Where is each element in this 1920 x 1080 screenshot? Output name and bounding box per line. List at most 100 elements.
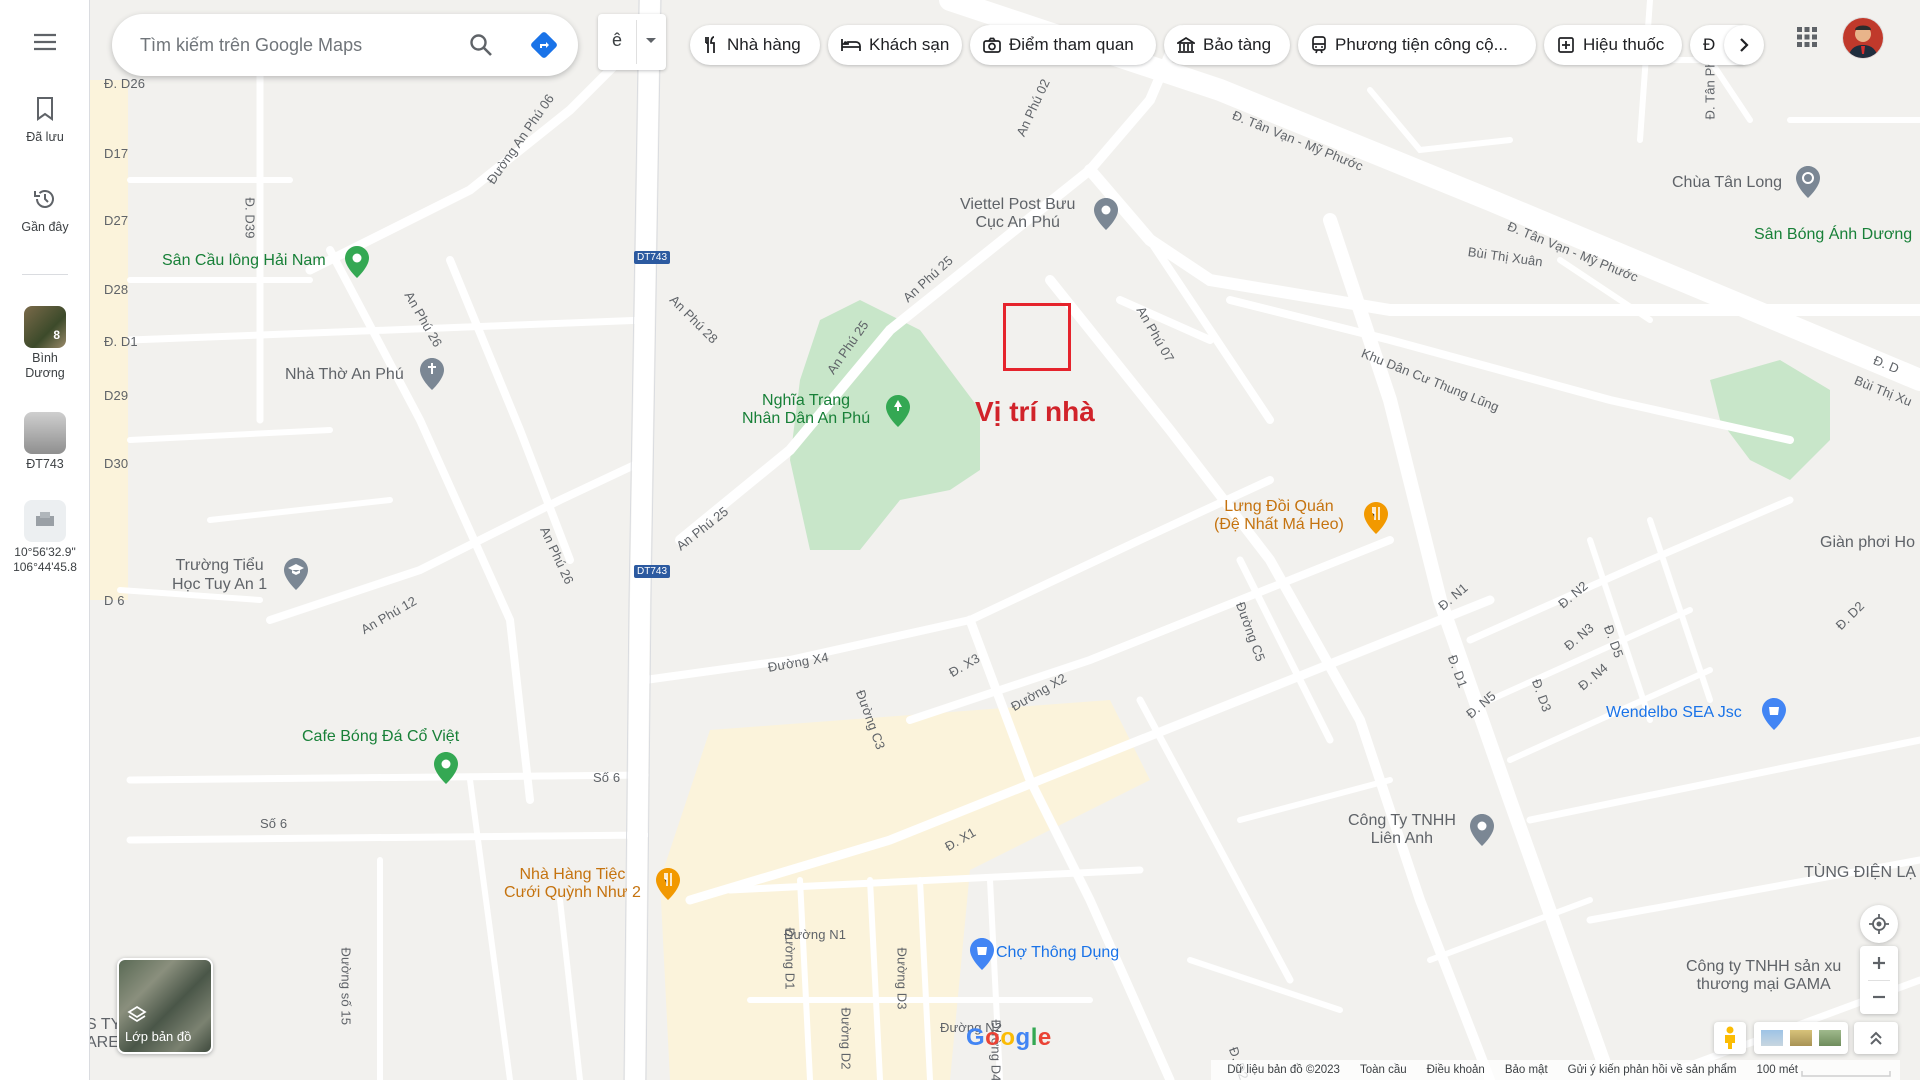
map-pin-icon[interactable] — [1470, 814, 1494, 846]
street-view-pegman[interactable] — [1714, 1022, 1746, 1054]
imagery-strip[interactable] — [1754, 1022, 1848, 1054]
map-pin-icon[interactable] — [434, 752, 458, 784]
layers-label: Lớp bản đồ — [125, 1029, 192, 1044]
imagery-thumb[interactable] — [1818, 1030, 1841, 1046]
history-item-label: ĐT743 — [26, 457, 64, 471]
chip-transit[interactable]: Phương tiện công cộ... — [1298, 25, 1536, 65]
road-label: Đường D2 — [838, 1007, 854, 1070]
map-canvas[interactable]: DT743 DT743 Đ. D26 D17 D27 D28 Đ. D1 D29… — [86, 0, 1920, 1080]
footer-privacy-link[interactable]: Bảo mật — [1505, 1064, 1548, 1076]
recent-button[interactable]: Gần đây — [0, 186, 90, 235]
chip-hotels[interactable]: Khách sạn — [828, 25, 962, 65]
road-label: Đường D3 — [894, 947, 910, 1010]
imagery-thumb[interactable] — [1789, 1030, 1812, 1046]
poi-line: Viettel Post Bưu — [960, 196, 1076, 213]
menu-button[interactable] — [0, 32, 90, 57]
minus-icon — [1873, 995, 1885, 999]
poi-wendelbo[interactable]: Wendelbo SEA Jsc — [1606, 704, 1742, 722]
poi-san-bong-anh-duong[interactable]: Sân Bóng Ánh Dương — [1754, 226, 1912, 244]
map-pin-icon[interactable] — [1094, 198, 1118, 230]
history-item-dt743[interactable]: ĐT743 — [0, 412, 90, 472]
poi-cho-thong-dung[interactable]: Chợ Thông Dụng — [996, 944, 1119, 962]
chip-attractions[interactable]: Điểm tham quan — [970, 25, 1156, 65]
poi-line: Công ty TNHH sản xu — [1686, 958, 1842, 975]
input-tool-selector[interactable]: ê — [598, 14, 666, 70]
zoom-controls — [1860, 946, 1898, 1014]
poi-san-cau-long[interactable]: Sân Cầu lông Hải Nam — [162, 252, 326, 270]
scale-label[interactable]: 100 mét — [1756, 1064, 1798, 1076]
church-pin-icon[interactable] — [420, 358, 444, 390]
history-item-label: 106°44'45.8 — [13, 560, 77, 574]
chip-museums[interactable]: Bảo tàng — [1164, 25, 1290, 65]
search-box — [112, 14, 578, 76]
zoom-in-button[interactable] — [1860, 946, 1898, 980]
poi-cafe-bong-da[interactable]: Cafe Bóng Đá Cổ Việt — [302, 728, 459, 746]
road-label: D30 — [104, 456, 129, 471]
footer-feedback-link[interactable]: Gửi ý kiến phản hồi về sản phẩm — [1568, 1064, 1737, 1076]
poi-chua-tan-long[interactable]: Chùa Tân Long — [1672, 174, 1782, 192]
chip-pharmacies[interactable]: Hiệu thuốc — [1544, 25, 1682, 65]
plus-icon — [1873, 957, 1885, 969]
poi-partial-left[interactable]: S TY ARE — [86, 1016, 121, 1052]
avatar[interactable] — [1843, 18, 1883, 58]
poi-tung-dien-lanh[interactable]: TÙNG ĐIỆN LẠ — [1804, 864, 1916, 882]
poi-nha-hang-tiec[interactable]: Nhà Hàng Tiệc Cưới Quỳnh Như 2 — [504, 866, 641, 902]
poi-line: Lưng Đồi Quán — [1224, 498, 1334, 515]
poi-line: Học Tuy An 1 — [172, 576, 268, 593]
google-apps-button[interactable] — [1796, 26, 1818, 53]
school-pin-icon[interactable] — [284, 558, 308, 590]
poi-line: Nghĩa Trang — [762, 392, 851, 409]
directions-button[interactable] — [530, 31, 558, 64]
history-item-label: Dương — [25, 366, 65, 380]
history-item-binh-duong[interactable]: 8 Bình Dương — [0, 306, 90, 381]
history-item-coordinates[interactable]: 10°56'32.9" 106°44'45.8 — [0, 500, 90, 575]
poi-lung-doi-quan[interactable]: Lưng Đồi Quán (Đệ Nhất Má Heo) — [1214, 498, 1344, 534]
apps-grid-icon — [1797, 27, 1817, 47]
chip-label: Phương tiện công cộ... — [1335, 35, 1508, 54]
search-button[interactable] — [468, 32, 494, 63]
my-location-button[interactable] — [1860, 905, 1898, 943]
road-label: D17 — [104, 146, 129, 161]
map-roads-layer — [90, 0, 1920, 1080]
temple-pin-icon[interactable] — [1796, 166, 1820, 198]
shopping-pin-icon[interactable] — [970, 938, 994, 970]
poi-nha-tho[interactable]: Nhà Thờ An Phú — [285, 366, 404, 384]
chip-label: Nhà hàng — [727, 35, 801, 54]
restaurant-pin-icon[interactable] — [1364, 502, 1388, 534]
imagery-thumb[interactable] — [1761, 1030, 1784, 1046]
poi-cong-ty-gama[interactable]: Công ty TNHH sản xu thương mại GAMA — [1686, 958, 1841, 994]
poi-cong-ty-lien-anh[interactable]: Công Ty TNHH Liên Anh — [1348, 812, 1456, 848]
road-label: D27 — [104, 213, 129, 228]
poi-nghia-trang[interactable]: Nghĩa Trang Nhân Dân An Phú — [742, 392, 870, 428]
poi-viettel-post[interactable]: Viettel Post Bưu Cục An Phú — [960, 196, 1075, 232]
user-avatar-icon — [1843, 18, 1883, 58]
house-location-label: Vị trí nhà — [975, 396, 1095, 427]
search-input[interactable] — [140, 32, 440, 58]
zoom-out-button[interactable] — [1860, 980, 1898, 1014]
poi-gian-phoi[interactable]: Giàn phơi Ho — [1820, 534, 1915, 552]
poi-truong-tieu-hoc[interactable]: Trường Tiểu Học Tuy An 1 — [172, 556, 267, 594]
saved-label: Đã lưu — [26, 130, 64, 144]
chip-label: Hiệu thuốc — [1583, 35, 1665, 54]
poi-line: thương mại GAMA — [1696, 976, 1831, 993]
cemetery-pin-icon[interactable] — [886, 395, 910, 427]
shop-pin-icon[interactable] — [1762, 698, 1786, 730]
chips-next-button[interactable] — [1724, 25, 1764, 65]
footer-terms-link[interactable]: Điều khoản — [1427, 1064, 1485, 1076]
restaurant-pin-icon[interactable] — [656, 868, 680, 900]
poi-line: Trường Tiểu — [175, 557, 264, 574]
chip-label: Điểm tham quan — [1009, 35, 1134, 54]
saved-button[interactable]: Đã lưu — [0, 96, 90, 145]
expand-imagery-button[interactable] — [1854, 1022, 1898, 1054]
footer-global-link[interactable]: Toàn cầu — [1360, 1064, 1407, 1076]
place-thumbnail: 8 — [24, 306, 66, 348]
road-label: Đ. D1 — [104, 334, 138, 349]
layers-button[interactable]: Lớp bản đồ — [117, 958, 213, 1054]
route-badge: DT743 — [634, 565, 671, 578]
footer-map-data: Dữ liệu bản đồ ©2023 — [1227, 1064, 1340, 1076]
photo-count-badge: 8 — [53, 328, 60, 342]
map-pin-icon[interactable] — [345, 246, 369, 278]
poi-line: ARE — [86, 1034, 119, 1051]
chip-restaurants[interactable]: Nhà hàng — [690, 25, 820, 65]
history-item-label: 10°56'32.9" — [14, 545, 76, 559]
